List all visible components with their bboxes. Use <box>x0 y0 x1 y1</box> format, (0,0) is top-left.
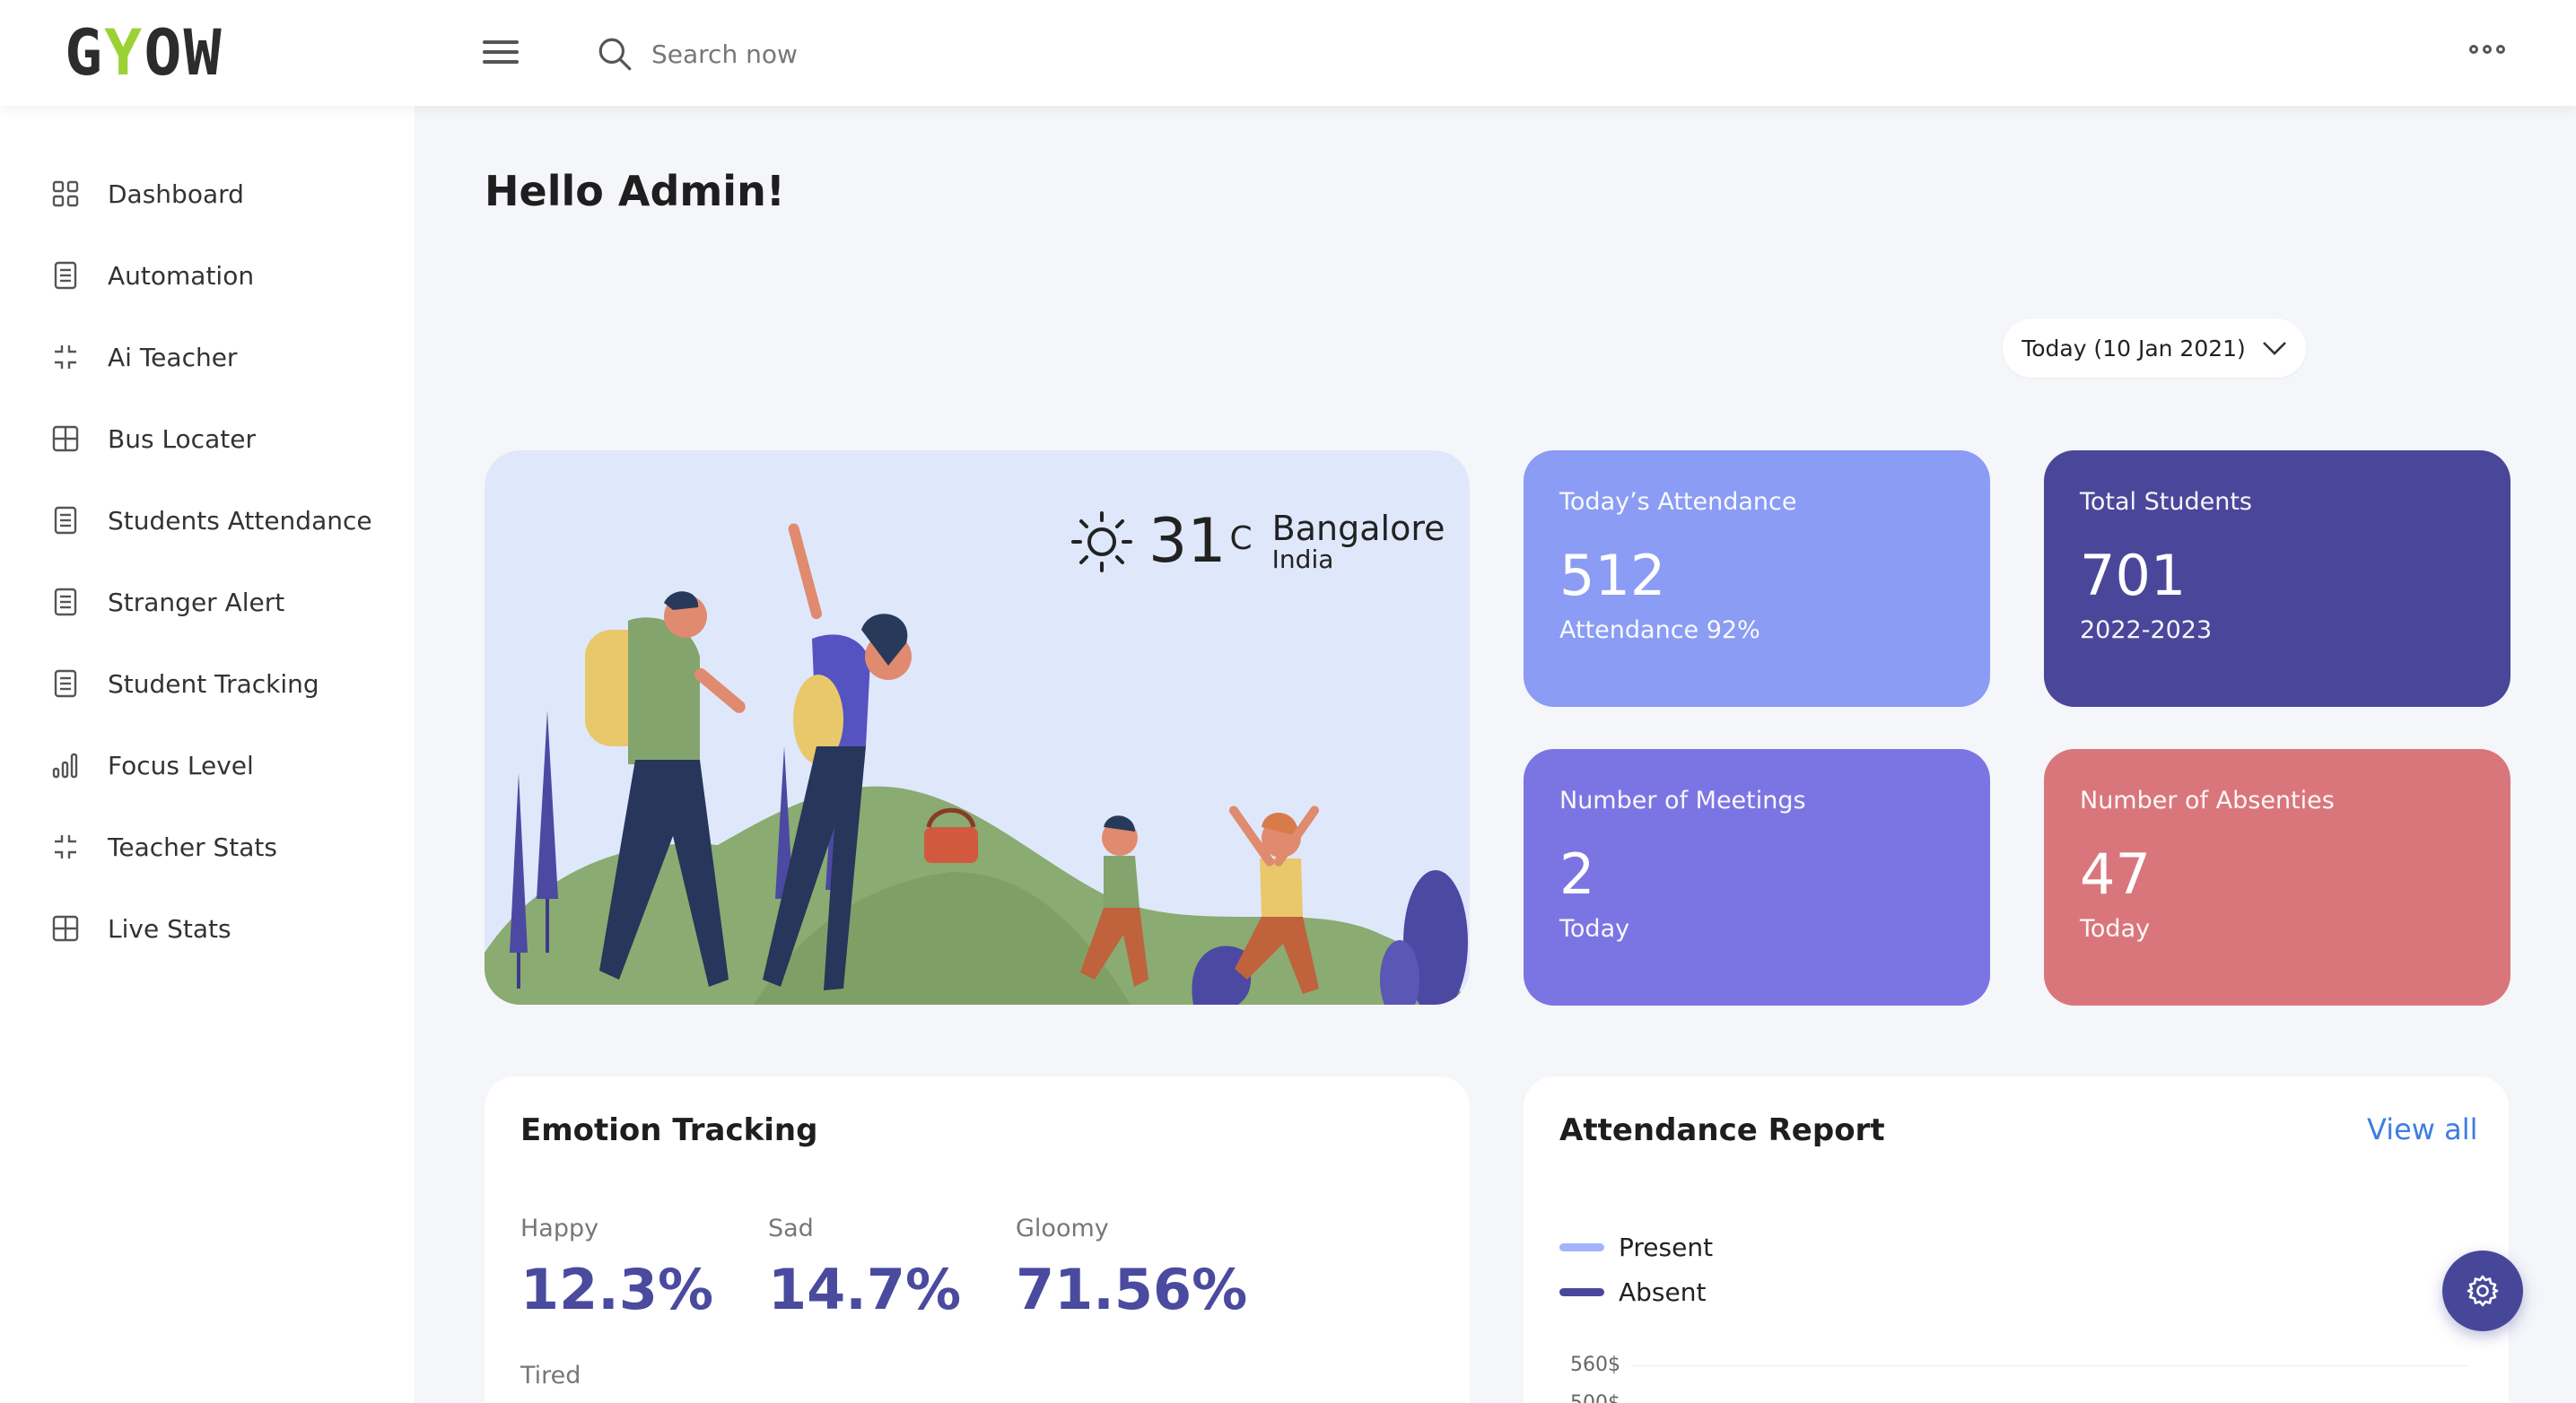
logo-prefix: G <box>65 16 105 90</box>
city-name: Bangalore <box>1271 508 1445 548</box>
stat-subtitle: 2022-2023 <box>2080 616 2213 644</box>
document-icon <box>50 505 81 536</box>
emotion-item-sad: Sad 14.7% <box>768 1215 961 1322</box>
stat-title: Today’s Attendance <box>1559 488 1797 516</box>
sidebar-item-label: Automation <box>108 260 255 291</box>
search-icon[interactable] <box>596 35 633 73</box>
stat-card-number-of-meetings[interactable]: Number of Meetings 2 Today <box>1524 749 1990 1006</box>
table-grid-icon <box>50 423 81 454</box>
search-input[interactable] <box>651 39 1028 69</box>
sidebar-item-label: Bus Locater <box>108 423 256 454</box>
sidebar-item-student-tracking[interactable]: Student Tracking <box>50 661 319 706</box>
emotion-label: Happy <box>520 1215 599 1242</box>
y-axis-tick: 500$ <box>1570 1392 1620 1403</box>
stat-card-total-students[interactable]: Total Students 701 2022-2023 <box>2044 450 2511 707</box>
emotion-item-gloomy: Gloomy 71.56% <box>1016 1215 1247 1322</box>
top-bar: G Y OW <box>0 0 2576 106</box>
stat-subtitle: Today <box>1559 915 1630 943</box>
legend-label: Present <box>1619 1233 1714 1262</box>
sidebar-item-dashboard[interactable]: Dashboard <box>50 171 244 216</box>
grid-icon <box>50 179 81 209</box>
sidebar-item-label: Dashboard <box>108 179 244 209</box>
document-icon <box>50 587 81 617</box>
weather-widget: 31 C Bangalore India <box>1070 506 1445 577</box>
view-all-link[interactable]: View all <box>2367 1112 2478 1146</box>
location: Bangalore India <box>1272 511 1445 572</box>
more-options-icon[interactable] <box>2469 45 2505 54</box>
emotion-label: Gloomy <box>1016 1215 1109 1242</box>
emotion-item-tired: Tired <box>520 1362 581 1390</box>
sidebar-item-label: Live Stats <box>108 913 231 944</box>
y-axis-tick: 560$ <box>1570 1354 1620 1376</box>
stat-subtitle: Attendance 92% <box>1559 616 1760 644</box>
stat-title: Number of Meetings <box>1559 787 1806 815</box>
sidebar-item-bus-locater[interactable]: Bus Locater <box>50 416 256 461</box>
emotion-label: Tired <box>520 1362 581 1390</box>
sidebar-item-stranger-alert[interactable]: Stranger Alert <box>50 580 284 624</box>
settings-fab-button[interactable] <box>2442 1250 2523 1331</box>
search-bar <box>596 32 1028 75</box>
temperature-value: 31 <box>1148 506 1227 577</box>
card-title: Emotion Tracking <box>520 1112 818 1148</box>
sidebar-item-label: Student Tracking <box>108 668 319 699</box>
stat-title: Total Students <box>2080 488 2252 516</box>
page-title: Hello Admin! <box>485 167 785 215</box>
temperature-unit: C <box>1229 520 1253 557</box>
legend-swatch <box>1559 1243 1604 1251</box>
stat-value: 2 <box>1559 841 1595 907</box>
sidebar-item-label: Ai Teacher <box>108 342 238 372</box>
document-icon <box>50 668 81 699</box>
stat-card-number-of-absenties[interactable]: Number of Absenties 47 Today <box>2044 749 2511 1006</box>
logo-suffix: OW <box>144 16 223 90</box>
sidebar-item-students-attendance[interactable]: Students Attendance <box>50 498 372 543</box>
stat-value: 701 <box>2080 543 2187 608</box>
sidebar-item-focus-level[interactable]: Focus Level <box>50 743 254 788</box>
sidebar-item-label: Stranger Alert <box>108 587 285 617</box>
weather-hero-card: 31 C Bangalore India <box>485 450 1470 1005</box>
sidebar-item-live-stats[interactable]: Live Stats <box>50 906 231 951</box>
stat-value: 47 <box>2080 841 2151 907</box>
emotion-value: 71.56% <box>1016 1257 1248 1322</box>
logo-accent: Y <box>104 16 144 90</box>
sidebar-item-label: Focus Level <box>108 750 254 780</box>
menu-toggle-icon[interactable] <box>483 40 519 67</box>
chevron-down-icon <box>2262 342 2286 355</box>
sidebar-item-automation[interactable]: Automation <box>50 253 254 298</box>
emotion-value: 14.7% <box>768 1257 962 1322</box>
chart-gridline <box>1631 1365 2469 1366</box>
grow-logo[interactable]: G Y OW <box>65 16 223 90</box>
sidebar-item-ai-teacher[interactable]: Ai Teacher <box>50 335 237 379</box>
emotion-item-happy: Happy 12.3% <box>520 1215 713 1322</box>
table-grid-icon <box>50 913 81 944</box>
stat-value: 512 <box>1559 543 1666 608</box>
country-name: India <box>1271 544 1334 574</box>
legend-item-absent: Absent <box>1559 1277 1706 1307</box>
sidebar-item-teacher-stats[interactable]: Teacher Stats <box>50 824 277 869</box>
sidebar-item-label: Students Attendance <box>108 505 372 536</box>
sidebar-item-label: Teacher Stats <box>108 832 277 862</box>
emotion-label: Sad <box>768 1215 814 1242</box>
card-title: Attendance Report <box>1559 1112 1885 1148</box>
bar-chart-icon <box>50 750 81 780</box>
gear-icon <box>2467 1275 2499 1307</box>
focus-corners-icon <box>50 832 81 862</box>
date-filter-dropdown[interactable]: Today (10 Jan 2021) <box>2003 318 2306 378</box>
stat-subtitle: Today <box>2080 915 2151 943</box>
sun-icon <box>1071 510 1132 572</box>
legend-swatch <box>1559 1288 1604 1296</box>
document-icon <box>50 260 81 291</box>
legend-item-present: Present <box>1559 1233 1713 1262</box>
date-filter-label: Today (10 Jan 2021) <box>2022 335 2246 362</box>
emotion-value: 12.3% <box>520 1257 714 1322</box>
sidebar: Dashboard Automation Ai Teacher Bus Loca… <box>0 106 415 1403</box>
legend-label: Absent <box>1619 1277 1707 1307</box>
stat-card-todays-attendance[interactable]: Today’s Attendance 512 Attendance 92% <box>1524 450 1990 707</box>
stat-title: Number of Absenties <box>2080 787 2335 815</box>
focus-corners-icon <box>50 342 81 372</box>
